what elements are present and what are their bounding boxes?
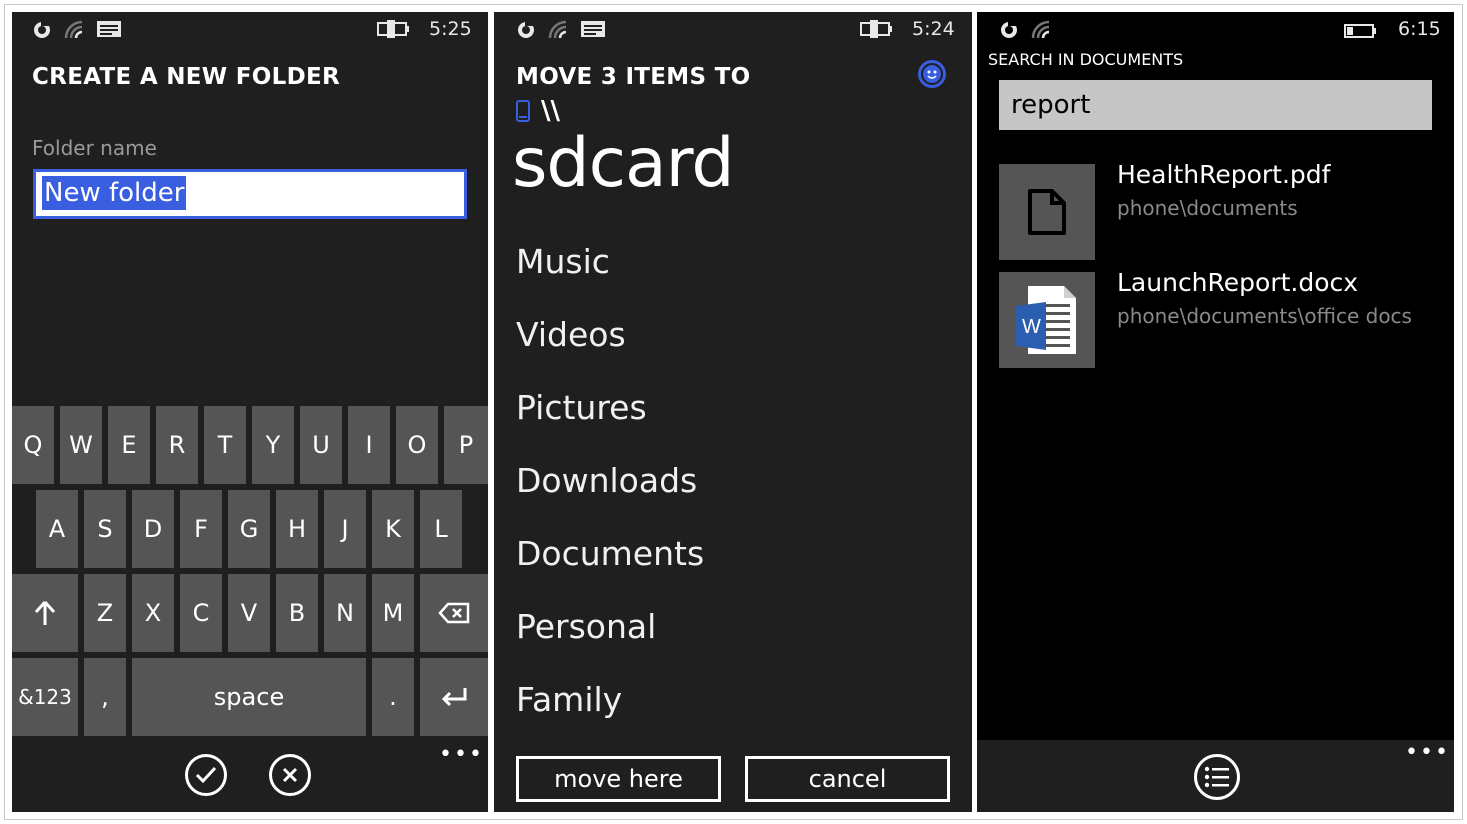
comma-key[interactable]: , (84, 658, 126, 736)
key-a[interactable]: A (36, 490, 78, 568)
result-thumbnail: W (999, 272, 1095, 368)
close-icon (282, 767, 298, 783)
key-v[interactable]: V (228, 574, 270, 652)
enter-arrow-icon (441, 688, 467, 707)
folder-item-music[interactable]: Music (516, 242, 610, 281)
location-title: sdcard (512, 124, 735, 203)
folder-item-videos[interactable]: Videos (516, 315, 626, 354)
battery-icon (1344, 23, 1378, 42)
status-bar: 5:25 (12, 12, 488, 46)
notification-icon (32, 20, 52, 44)
key-w[interactable]: W (60, 406, 102, 484)
wifi-icon (548, 20, 570, 44)
key-l[interactable]: L (420, 490, 462, 568)
notification-icon (516, 20, 536, 44)
key-x[interactable]: X (132, 574, 174, 652)
breadcrumb-path: \\ (541, 96, 560, 126)
key-j[interactable]: J (324, 490, 366, 568)
key-t[interactable]: T (204, 406, 246, 484)
folder-name-label: Folder name (32, 136, 157, 160)
svg-text:W: W (1022, 316, 1041, 338)
backspace-icon (438, 602, 470, 624)
page-title: SEARCH IN DOCUMENTS (988, 50, 1184, 69)
on-screen-keyboard: Q W E R T Y U I O P A S D F G H J K L Z … (12, 406, 488, 742)
key-f[interactable]: F (180, 490, 222, 568)
page-title: CREATE A NEW FOLDER (32, 64, 341, 90)
folder-name-input[interactable]: New folder (33, 169, 467, 219)
key-c[interactable]: C (180, 574, 222, 652)
result-path: phone\documents (1117, 196, 1298, 220)
app-bar: ••• (977, 740, 1454, 812)
shift-key[interactable] (12, 574, 78, 652)
key-o[interactable]: O (396, 406, 438, 484)
space-key[interactable]: space (132, 658, 366, 736)
key-u[interactable]: U (300, 406, 342, 484)
folder-item-personal[interactable]: Personal (516, 607, 656, 646)
battery-charging-icon (377, 20, 411, 42)
result-name: HealthReport.pdf (1117, 160, 1331, 189)
status-time: 5:25 (429, 18, 472, 40)
list-icon (1204, 766, 1229, 788)
backspace-key[interactable] (420, 574, 488, 652)
wifi-icon (64, 20, 86, 44)
smiley-icon (923, 65, 941, 83)
key-g[interactable]: G (228, 490, 270, 568)
confirm-button[interactable] (185, 754, 227, 796)
cancel-button[interactable] (269, 754, 311, 796)
key-b[interactable]: B (276, 574, 318, 652)
app-bar: ••• (12, 742, 488, 812)
status-bar: 5:24 (494, 12, 972, 46)
battery-charging-icon (860, 20, 894, 42)
status-bar: 6:15 (977, 12, 1454, 46)
key-q[interactable]: Q (12, 406, 54, 484)
key-z[interactable]: Z (84, 574, 126, 652)
key-m[interactable]: M (372, 574, 414, 652)
key-y[interactable]: Y (252, 406, 294, 484)
search-input[interactable]: report (999, 80, 1432, 130)
key-e[interactable]: E (108, 406, 150, 484)
move-items-screen: 5:24 MOVE 3 ITEMS TO \\ sdcard Music Vid… (494, 12, 972, 812)
result-name: LaunchReport.docx (1117, 268, 1359, 297)
folder-item-family[interactable]: Family (516, 680, 622, 719)
result-path: phone\documents\office docs (1117, 304, 1412, 328)
folder-item-documents[interactable]: Documents (516, 534, 704, 573)
key-n[interactable]: N (324, 574, 366, 652)
numbers-key[interactable]: &123 (12, 658, 78, 736)
list-view-button[interactable] (1194, 754, 1240, 800)
move-here-button[interactable]: move here (516, 756, 721, 802)
folder-name-value: New folder (42, 176, 187, 210)
key-r[interactable]: R (156, 406, 198, 484)
message-icon (580, 20, 606, 42)
notification-icon (999, 20, 1019, 44)
key-h[interactable]: H (276, 490, 318, 568)
word-document-icon: W (1016, 286, 1076, 354)
search-documents-screen: 6:15 SEARCH IN DOCUMENTS report HealthRe… (977, 12, 1454, 812)
message-icon (96, 20, 122, 42)
create-folder-screen: 5:25 CREATE A NEW FOLDER Folder name New… (12, 12, 488, 812)
key-k[interactable]: K (372, 490, 414, 568)
period-key[interactable]: . (372, 658, 414, 736)
check-icon (195, 766, 217, 784)
page-title: MOVE 3 ITEMS TO (516, 64, 751, 90)
more-options-button[interactable]: ••• (439, 742, 484, 767)
status-time: 5:24 (912, 18, 955, 40)
key-p[interactable]: P (444, 406, 488, 484)
folder-item-downloads[interactable]: Downloads (516, 461, 697, 500)
key-i[interactable]: I (348, 406, 390, 484)
document-icon (1028, 189, 1066, 235)
key-s[interactable]: S (84, 490, 126, 568)
status-time: 6:15 (1398, 18, 1441, 40)
result-thumbnail (999, 164, 1095, 260)
key-d[interactable]: D (132, 490, 174, 568)
cancel-button[interactable]: cancel (745, 756, 950, 802)
more-options-button[interactable]: ••• (1405, 740, 1450, 765)
phone-icon (516, 100, 530, 126)
folder-item-pictures[interactable]: Pictures (516, 388, 647, 427)
wifi-icon (1031, 20, 1053, 44)
emoji-button[interactable] (918, 60, 946, 88)
enter-key[interactable] (420, 658, 488, 736)
shift-arrow-icon (34, 600, 56, 625)
